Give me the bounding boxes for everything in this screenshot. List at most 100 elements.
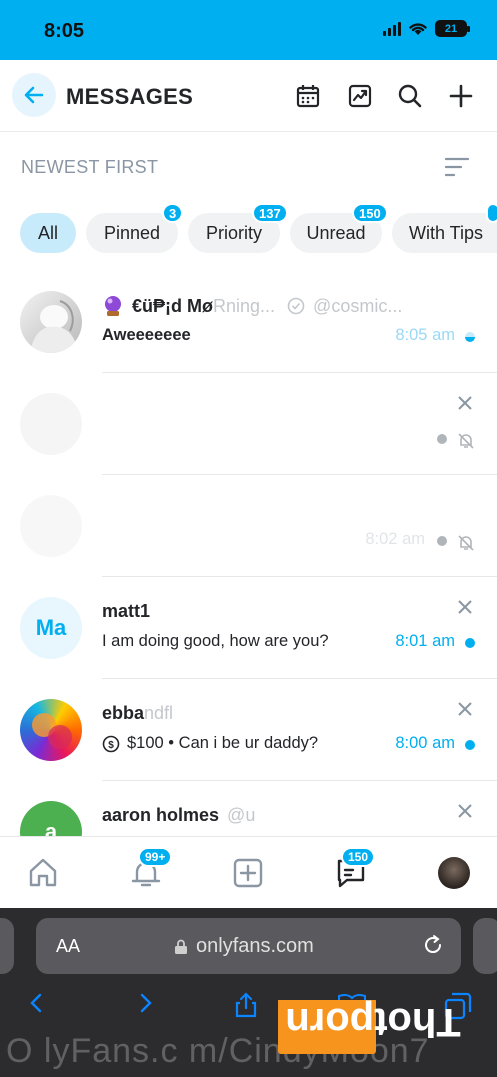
chip-label: Unread <box>306 222 366 243</box>
seen-indicator <box>465 332 475 342</box>
messages-header: MESSAGES <box>0 60 497 132</box>
crystal-ball-icon <box>105 296 121 316</box>
avatar[interactable]: Ma <box>20 597 82 659</box>
new-message-button[interactable] <box>447 82 475 110</box>
verified-icon <box>287 297 305 315</box>
chip-label: With Tips <box>409 222 484 243</box>
chat-time: 8:05 am <box>395 326 455 344</box>
reader-settings-button[interactable]: AA <box>56 936 80 957</box>
chip-badge: 150 <box>352 203 388 223</box>
svg-text:Thotporn: Thotporn <box>285 1000 461 1044</box>
chip-priority[interactable]: Priority 137 <box>188 203 288 253</box>
sort-button[interactable] <box>444 156 470 183</box>
bottom-nav: 99+ 150 <box>0 836 497 908</box>
sort-label[interactable]: NEWEST FIRST <box>21 157 158 178</box>
chip-pinned[interactable]: Pinned 3 <box>86 203 184 253</box>
chat-time: 8:01 am <box>395 632 455 650</box>
chat-time: 8:02 am <box>365 530 425 548</box>
url-bar[interactable]: AA onlyfans.com <box>36 918 461 974</box>
chat-row[interactable] <box>0 373 497 475</box>
chip-with-tips[interactable]: With Tips <box>392 213 497 253</box>
thotporn-logo: Thotporn <box>278 1000 461 1054</box>
chat-handle: @u <box>227 805 256 825</box>
chat-row[interactable]: Ma matt1 I am doing good, how are you? 8… <box>0 577 497 679</box>
chip-badge: 3 <box>162 203 184 223</box>
close-icon[interactable] <box>457 395 473 411</box>
close-icon[interactable] <box>457 701 473 717</box>
chat-name-text: €ü₱¡d Mø <box>132 295 213 316</box>
close-icon[interactable] <box>457 803 473 819</box>
chip-all[interactable]: All <box>20 213 76 253</box>
notifications-badge: 99+ <box>138 847 173 867</box>
status-bar: 8:05 21 <box>0 0 497 60</box>
chat-time: 8:00 am <box>395 734 455 752</box>
dollar-coin-icon: $ <box>102 735 120 752</box>
back-button[interactable] <box>12 73 56 117</box>
search-button[interactable] <box>396 82 424 110</box>
home-icon <box>29 858 57 887</box>
chat-row[interactable]: 8:02 am <box>0 475 497 577</box>
avatar-initials: a <box>44 819 58 836</box>
chip-label: All <box>37 222 58 243</box>
chat-last-message: I am doing good, how are you? <box>102 632 329 650</box>
avatar[interactable] <box>20 291 82 353</box>
lock-icon <box>175 939 187 954</box>
battery-icon: 21 <box>435 20 470 37</box>
read-dot <box>437 536 447 546</box>
browser-chrome: AA onlyfans.com O lyFans.c m/CindyMoon7 … <box>0 908 497 1077</box>
avatar[interactable]: a <box>20 801 82 836</box>
nav-messages[interactable]: 150 <box>333 847 376 891</box>
chat-last-message: Aweeeeeee <box>102 326 191 344</box>
chat-last-message-text: $100 • Can i be ur daddy? <box>127 734 319 752</box>
chip-label: Pinned <box>103 222 161 243</box>
chat-name: ebba ndfl <box>102 703 173 724</box>
avatar-photo-icon <box>32 713 72 749</box>
avatar[interactable] <box>20 699 82 761</box>
wifi-icon <box>409 23 427 35</box>
chat-row[interactable]: ebba ndfl $ $100 • Can i be ur daddy? 8:… <box>0 679 497 781</box>
next-tab-pill[interactable] <box>473 918 497 974</box>
browser-forward-icon[interactable] <box>134 992 156 1014</box>
prev-tab-pill[interactable] <box>0 918 14 974</box>
chat-row[interactable]: a aaron holmes @u <box>0 781 497 836</box>
messages-badge: 150 <box>341 847 376 867</box>
nav-home[interactable] <box>25 855 61 891</box>
nav-notifications[interactable]: 99+ <box>128 847 173 891</box>
calendar-icon <box>296 85 320 108</box>
chip-badge: 137 <box>252 203 288 223</box>
add-post-icon <box>233 858 263 888</box>
reload-icon[interactable] <box>421 933 445 957</box>
chat-name: aaron holmes @u <box>102 805 255 826</box>
statistics-button[interactable] <box>346 82 374 110</box>
nav-profile[interactable] <box>436 855 472 891</box>
svg-text:$: $ <box>108 740 114 751</box>
muted-bell-icon <box>458 433 474 449</box>
chat-name: €ü₱¡d Mø Rning... @cosmic... <box>102 295 402 317</box>
avatar[interactable] <box>20 495 82 557</box>
battery-level: 21 <box>444 22 458 35</box>
profile-avatar <box>438 857 470 889</box>
unread-dot <box>465 740 475 750</box>
close-icon[interactable] <box>457 599 473 615</box>
plus-icon <box>449 84 473 108</box>
status-time: 8:05 <box>44 20 85 42</box>
chat-row[interactable]: €ü₱¡d Mø Rning... @cosmic... Aweeeeeee 8… <box>0 271 497 373</box>
filter-chips: All Pinned 3 Priority 137 Unread 150 Wit… <box>0 203 497 260</box>
nav-add-post[interactable] <box>230 855 266 891</box>
calendar-button[interactable] <box>294 82 322 110</box>
avatar-initials: Ma <box>35 615 67 640</box>
back-arrow-icon <box>24 86 44 104</box>
sort-lines-icon <box>444 157 470 177</box>
chat-name-truncated: Rning... <box>213 295 276 316</box>
signal-icon <box>383 21 401 36</box>
chat-name-text: aaron holmes <box>102 805 220 825</box>
avatar[interactable] <box>20 393 82 455</box>
status-icons: 21 <box>383 20 470 37</box>
share-icon[interactable] <box>234 992 258 1018</box>
chip-unread[interactable]: Unread 150 <box>290 203 388 253</box>
muted-bell-icon <box>458 535 474 551</box>
chat-name: matt1 <box>102 601 150 622</box>
page-title: MESSAGES <box>66 84 194 109</box>
url-text: onlyfans.com <box>196 935 314 957</box>
browser-back-icon[interactable] <box>26 992 48 1014</box>
